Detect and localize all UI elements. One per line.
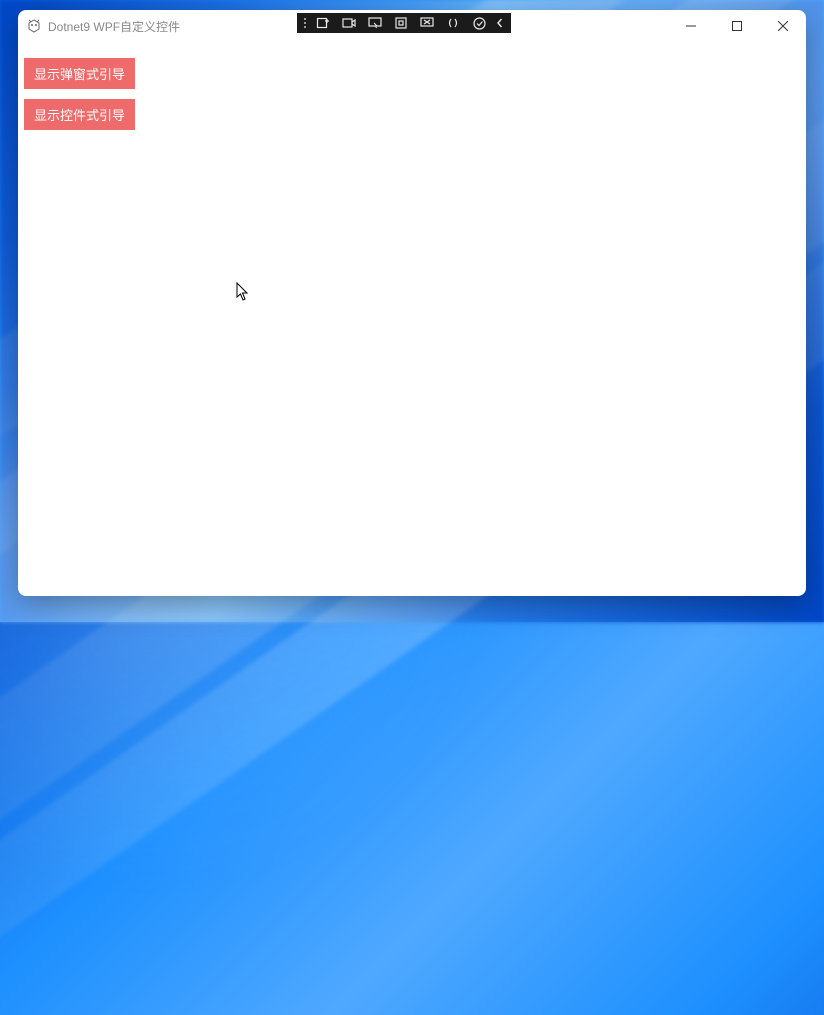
window-content: 显示弹窗式引导 显示控件式引导	[18, 42, 806, 596]
maximize-button[interactable]	[714, 10, 760, 42]
show-control-guide-button[interactable]: 显示控件式引导	[24, 99, 135, 130]
toolbar-grip[interactable]	[301, 18, 309, 28]
screen-cross-icon[interactable]	[415, 14, 439, 32]
close-button[interactable]	[760, 10, 806, 42]
brackets-icon[interactable]	[441, 14, 465, 32]
check-circle-icon[interactable]	[467, 14, 491, 32]
show-popup-guide-button[interactable]: 显示弹窗式引导	[24, 58, 135, 89]
square-target-icon[interactable]	[389, 14, 413, 32]
add-capture-icon[interactable]	[311, 14, 335, 32]
app-icon	[26, 18, 42, 34]
app-window: Dotnet9 WPF自定义控件 显示弹窗式引导 显示控件式引导	[18, 10, 806, 596]
chevron-left-icon[interactable]	[493, 14, 507, 32]
camera-icon[interactable]	[337, 14, 361, 32]
window-title: Dotnet9 WPF自定义控件	[48, 18, 180, 35]
screen-pointer-icon[interactable]	[363, 14, 387, 32]
mouse-cursor	[236, 282, 248, 300]
recording-toolbar[interactable]	[297, 13, 511, 33]
minimize-button[interactable]	[668, 10, 714, 42]
